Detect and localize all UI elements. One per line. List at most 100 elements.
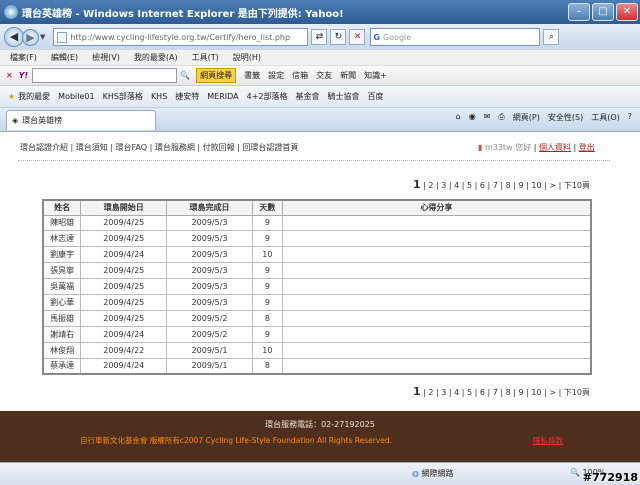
menu-favorites[interactable]: 我的最愛(A)	[134, 52, 178, 63]
divider	[18, 160, 610, 161]
google-icon: G	[373, 32, 380, 42]
start-date-cell: 2009/4/24	[80, 246, 168, 264]
start-date-cell: 2009/4/25	[80, 230, 168, 248]
user-icon: ▮	[478, 143, 483, 152]
rss-icon[interactable]: ◉	[469, 112, 476, 123]
fav-4plus2[interactable]: 4+2部落格	[247, 91, 288, 102]
page-links[interactable]: | 2 | 3 | 4 | 5 | 6 | 7 | 8 | 9 | 10 | >…	[423, 181, 590, 190]
menu-tools[interactable]: 工具(T)	[192, 52, 219, 63]
toolbar-bookmarks[interactable]: 書籤	[244, 70, 260, 81]
forward-button[interactable]: ▶	[22, 28, 39, 46]
current-page: 1	[412, 385, 421, 398]
column-header: 姓名	[42, 199, 82, 216]
menu-file[interactable]: 檔案(F)	[10, 52, 37, 63]
menu-bar: 檔案(F) 編輯(E) 檢視(V) 我的最愛(A) 工具(T) 說明(H)	[0, 50, 640, 66]
compat-view-icon[interactable]: ⇄	[311, 29, 328, 45]
table-row: 吳萬福 2009/4/25 2009/5/3 9	[42, 278, 592, 295]
command-bar: ⌂ ◉ ✉ ⎙ 網頁(P) 安全性(S) 工具(O) ?	[456, 112, 632, 123]
end-date-cell: 2009/5/3	[166, 278, 253, 295]
web-search-button[interactable]: 網頁搜尋	[196, 68, 237, 83]
days-cell: 9	[251, 214, 283, 232]
search-box[interactable]: G Google	[370, 28, 541, 46]
end-date-cell: 2009/5/2	[166, 325, 253, 343]
globe-icon: ◍	[412, 469, 419, 478]
page-tab-icon: ◈	[12, 115, 19, 125]
end-date-cell: 2009/5/3	[166, 293, 253, 311]
home-icon[interactable]: ⌂	[456, 112, 461, 123]
site-footer: 環台服務電話：02-27192025 自行車新文化基金會 版權所有c2007 C…	[0, 411, 640, 462]
table-row: 張晁寧 2009/4/25 2009/5/3 9	[42, 262, 592, 280]
cmd-page[interactable]: 網頁(P)	[513, 112, 540, 123]
toolbar-settings[interactable]: 設定	[268, 70, 284, 81]
table-row: 蔡承達 2009/4/24 2009/5/1 8	[42, 357, 592, 375]
end-date-cell: 2009/5/1	[166, 357, 253, 375]
address-bar: ◀ ▶ ▼ http://www.cycling-lifestyle.org.t…	[0, 24, 640, 50]
name-cell: 劉康宇	[42, 246, 82, 264]
end-date-cell: 2009/5/3	[166, 262, 253, 280]
table-row: 林俊翔 2009/4/22 2009/5/1 10	[42, 341, 592, 359]
minimize-button[interactable]: –	[568, 3, 590, 21]
favorites-bar: ★ 我的最愛 Mobile01 KHS部落格 KHS 捷安特 MERIDA 4+…	[0, 86, 640, 108]
logout-link[interactable]: 登出	[579, 143, 595, 152]
history-dropdown-icon[interactable]: ▼	[40, 33, 45, 41]
print-icon[interactable]: ⎙	[498, 112, 504, 123]
fav-foundation[interactable]: 基金會	[296, 91, 320, 102]
stop-icon[interactable]: ✕	[349, 29, 366, 45]
end-date-cell: 2009/5/3	[166, 214, 253, 232]
toolbar-knowledge[interactable]: 知識+	[364, 70, 387, 81]
column-header: 天數	[251, 199, 283, 216]
days-cell: 9	[251, 325, 283, 343]
page-links[interactable]: | 2 | 3 | 4 | 5 | 6 | 7 | 8 | 9 | 10 | >…	[423, 388, 590, 397]
days-cell: 10	[251, 246, 283, 264]
maximize-button[interactable]: □	[592, 3, 614, 21]
review-cell	[281, 246, 592, 264]
url-field[interactable]: http://www.cycling-lifestyle.org.tw/Cert…	[53, 28, 309, 46]
tab-hero-list[interactable]: ◈ 環台英雄榜	[6, 109, 156, 130]
menu-help[interactable]: 說明(H)	[233, 52, 261, 63]
menu-edit[interactable]: 編輯(E)	[51, 52, 78, 63]
security-zone: ◍ 網際網路	[412, 468, 454, 479]
fav-giant[interactable]: 捷安特	[175, 91, 199, 102]
start-date-cell: 2009/4/25	[80, 262, 168, 280]
days-cell: 9	[251, 230, 283, 248]
name-cell: 林俊翔	[42, 341, 82, 359]
days-cell: 8	[251, 357, 283, 375]
watermark: #772918	[582, 471, 638, 484]
table-row: 林志達 2009/4/25 2009/5/3 9	[42, 230, 592, 248]
fav-khs[interactable]: KHS	[151, 92, 167, 101]
start-date-cell: 2009/4/24	[80, 325, 168, 343]
site-nav[interactable]: 環台認證介紹 | 環台須知 | 環台FAQ | 環台服務網 | 付款回報 | 回…	[20, 142, 298, 153]
name-cell: 林志達	[42, 230, 82, 248]
profile-link[interactable]: 個人資料	[539, 143, 571, 152]
toolbar-dating[interactable]: 交友	[316, 70, 332, 81]
start-date-cell: 2009/4/25	[80, 278, 168, 295]
toolbar-news[interactable]: 新聞	[340, 70, 356, 81]
help-icon[interactable]: ?	[628, 112, 632, 123]
toolbar-mail[interactable]: 信箱	[292, 70, 308, 81]
end-date-cell: 2009/5/3	[166, 246, 253, 264]
window-title: 環台英雄榜 - Windows Internet Explorer 是由下列提供…	[22, 8, 344, 20]
close-toolbar-icon[interactable]: ✕	[6, 71, 13, 80]
cmd-tools[interactable]: 工具(O)	[591, 112, 620, 123]
end-date-cell: 2009/5/3	[166, 230, 253, 248]
back-button[interactable]: ◀	[4, 27, 24, 47]
mail-icon[interactable]: ✉	[484, 112, 491, 123]
fav-merida[interactable]: MERIDA	[207, 92, 238, 101]
zoom-icon: 🔍	[570, 468, 580, 477]
favorites-label[interactable]: 我的最愛	[18, 91, 50, 102]
fav-riders-assoc[interactable]: 騎士協會	[328, 91, 360, 102]
cmd-safety[interactable]: 安全性(S)	[548, 112, 583, 123]
fav-baidu[interactable]: 百度	[368, 91, 384, 102]
days-cell: 9	[251, 293, 283, 311]
yahoo-search-input[interactable]	[32, 68, 178, 83]
magnifier-icon[interactable]: 🔍	[180, 71, 190, 80]
search-icon[interactable]: ⌕	[543, 29, 560, 45]
menu-view[interactable]: 檢視(V)	[92, 52, 120, 63]
tab-bar: ◈ 環台英雄榜 ⌂ ◉ ✉ ⎙ 網頁(P) 安全性(S) 工具(O) ?	[0, 108, 640, 132]
close-button[interactable]: ✕	[616, 3, 638, 21]
refresh-icon[interactable]: ↻	[330, 29, 347, 45]
fav-khs-blog[interactable]: KHS部落格	[103, 91, 143, 102]
privacy-link[interactable]: 隱私條款	[533, 435, 563, 446]
fav-mobile01[interactable]: Mobile01	[58, 92, 94, 101]
yahoo-logo-icon[interactable]: Y!	[19, 71, 28, 80]
